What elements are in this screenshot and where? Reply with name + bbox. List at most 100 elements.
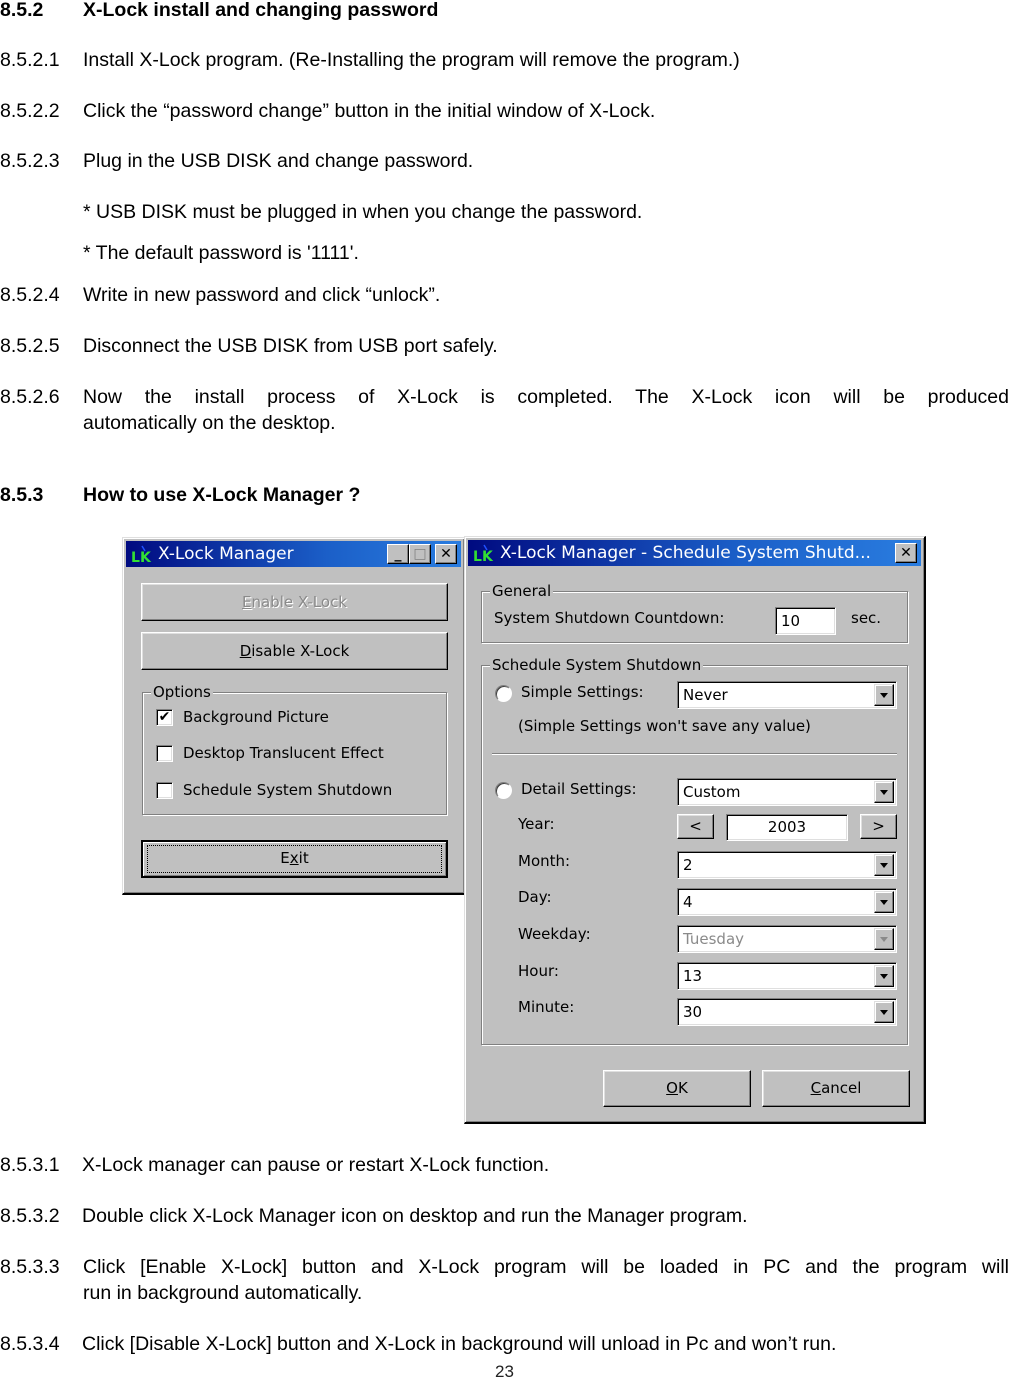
disable-xlock-button[interactable]: Disable X-Lock [141, 632, 448, 670]
minute-label: Minute: [518, 998, 575, 1016]
ok-button[interactable]: OK [603, 1070, 751, 1107]
section-number: 8.5.2 [0, 0, 44, 21]
enable-xlock-button[interactable]: Enable X-Lock [141, 583, 448, 621]
item-text: Disconnect the USB DISK from USB port sa… [83, 335, 498, 357]
xlock-manager-window: L K X-Lock Manager _ □ ✕ Enable X-Lock D… [122, 537, 466, 895]
options-legend: Options [151, 682, 213, 702]
detail-settings-label[interactable]: Detail Settings: [521, 779, 637, 799]
schedule-titlebar[interactable]: L K X-Lock Manager - Schedule System Shu… [468, 540, 921, 566]
xlock-logo-icon: L K [131, 545, 152, 565]
month-dropdown[interactable]: 2 [677, 851, 897, 879]
simple-settings-note: (Simple Settings won't save any value) [518, 717, 811, 735]
countdown-unit: sec. [851, 609, 882, 627]
dropdown-arrow-icon[interactable] [874, 965, 894, 987]
detail-settings-dropdown[interactable]: Custom [677, 778, 897, 806]
dropdown-value: 2 [683, 856, 693, 874]
svg-text:L: L [473, 549, 482, 564]
list-item: 8.5.3.3 Click [Enable X-Lock] button and… [0, 1254, 1009, 1306]
item-text: Now the install process of X-Lock is com… [83, 384, 1009, 436]
simple-settings-dropdown[interactable]: Never [677, 681, 897, 709]
page-number: 23 [495, 1362, 514, 1381]
year-next-button[interactable]: > [860, 814, 897, 839]
button-label: ancel [821, 1079, 862, 1097]
month-label: Month: [518, 852, 571, 870]
section-title: How to use X-Lock Manager ? [83, 484, 361, 506]
item-text-line: Click [Enable X-Lock] button and X-Lock … [83, 1256, 1009, 1278]
day-dropdown[interactable]: 4 [677, 888, 897, 916]
item-number: 8.5.2.2 [0, 100, 60, 122]
item-number: 8.5.2.4 [0, 284, 60, 306]
background-picture-label[interactable]: Background Picture [183, 707, 329, 727]
dropdown-value: 13 [683, 967, 703, 985]
focus-rect [147, 845, 442, 873]
maximize-icon: □ [413, 546, 427, 562]
desktop-translucent-checkbox[interactable] [156, 745, 173, 762]
day-label: Day: [518, 888, 552, 906]
accel-key: D [239, 642, 252, 660]
desktop-translucent-label[interactable]: Desktop Translucent Effect [183, 743, 384, 763]
maximize-button[interactable]: □ [409, 544, 431, 564]
item-text: Click the “password change” button in th… [83, 100, 656, 122]
item-text: Click [Disable X-Lock] button and X-Lock… [82, 1333, 837, 1355]
xlock-logo-icon: L K [473, 544, 494, 564]
year-prev-button[interactable]: < [677, 814, 714, 839]
hour-dropdown[interactable]: 13 [677, 962, 897, 990]
minimize-icon: _ [394, 546, 402, 562]
item-text: Click [Enable X-Lock] button and X-Lock … [83, 1254, 1009, 1306]
schedule-shutdown-label[interactable]: Schedule System Shutdown [183, 780, 392, 800]
list-item: 8.5.2.6 Now the install process of X-Loc… [0, 384, 1009, 436]
close-button[interactable]: ✕ [435, 544, 457, 564]
dropdown-arrow-icon[interactable] [874, 891, 894, 913]
item-text: X-Lock manager can pause or restart X-Lo… [82, 1154, 550, 1176]
dropdown-arrow-icon[interactable] [874, 781, 894, 803]
close-button[interactable]: ✕ [895, 543, 917, 563]
window-title: X-Lock Manager - Schedule System Shutd..… [500, 543, 871, 563]
item-text: Double click X-Lock Manager icon on desk… [82, 1205, 748, 1227]
item-text: Install X-Lock program. (Re-Installing t… [83, 49, 740, 71]
window-title: X-Lock Manager [158, 544, 294, 564]
item-text-line: run in background automatically. [83, 1282, 363, 1304]
dropdown-value: 4 [683, 893, 693, 911]
cancel-button[interactable]: Cancel [762, 1070, 910, 1107]
schedule-group: Schedule System Shutdown Simple Settings… [481, 655, 908, 1045]
minute-dropdown[interactable]: 30 [677, 998, 897, 1026]
note-text: * The default password is '1111'. [83, 242, 359, 264]
item-number: 8.5.2.5 [0, 335, 60, 357]
divider [492, 753, 897, 755]
item-text: Write in new password and click “unlock”… [83, 284, 441, 306]
item-number: 8.5.3.4 [0, 1333, 60, 1355]
general-group: General System Shutdown Countdown: 10 se… [481, 581, 908, 643]
item-number: 8.5.3.3 [0, 1256, 60, 1278]
dropdown-arrow-icon[interactable] [874, 854, 894, 876]
item-number: 8.5.2.3 [0, 150, 60, 172]
schedule-shutdown-checkbox[interactable] [156, 782, 173, 799]
item-number: 8.5.3.2 [0, 1205, 60, 1227]
accel-key: O [666, 1079, 678, 1097]
year-field[interactable]: 2003 [726, 814, 848, 841]
button-label: K [677, 1079, 688, 1097]
svg-text:L: L [131, 550, 140, 565]
accel-key: C [810, 1079, 822, 1097]
countdown-label: System Shutdown Countdown: [494, 609, 725, 627]
chevron-right-icon: > [872, 817, 885, 835]
item-number: 8.5.2.6 [0, 386, 60, 408]
dropdown-arrow-icon[interactable] [874, 684, 894, 706]
simple-settings-radio[interactable] [495, 685, 512, 702]
weekday-label: Weekday: [518, 925, 591, 943]
exit-button[interactable]: Exit [141, 840, 448, 878]
close-icon: ✕ [440, 546, 452, 562]
manager-titlebar[interactable]: L K X-Lock Manager _ □ ✕ [126, 541, 461, 567]
dropdown-value: 30 [683, 1003, 703, 1021]
note-text: * USB DISK must be plugged in when you c… [83, 201, 643, 223]
schedule-legend: Schedule System Shutdown [490, 655, 704, 675]
item-number: 8.5.2.1 [0, 49, 60, 71]
dropdown-value: Never [683, 686, 728, 704]
simple-settings-label[interactable]: Simple Settings: [521, 682, 644, 702]
chevron-left-icon: < [689, 817, 702, 835]
button-label: nable X-Lock [251, 593, 347, 611]
dropdown-arrow-icon[interactable] [874, 1001, 894, 1023]
detail-settings-radio[interactable] [495, 782, 512, 799]
countdown-input[interactable]: 10 [775, 607, 836, 635]
background-picture-checkbox[interactable]: ✔ [156, 709, 173, 726]
minimize-button[interactable]: _ [387, 544, 409, 564]
